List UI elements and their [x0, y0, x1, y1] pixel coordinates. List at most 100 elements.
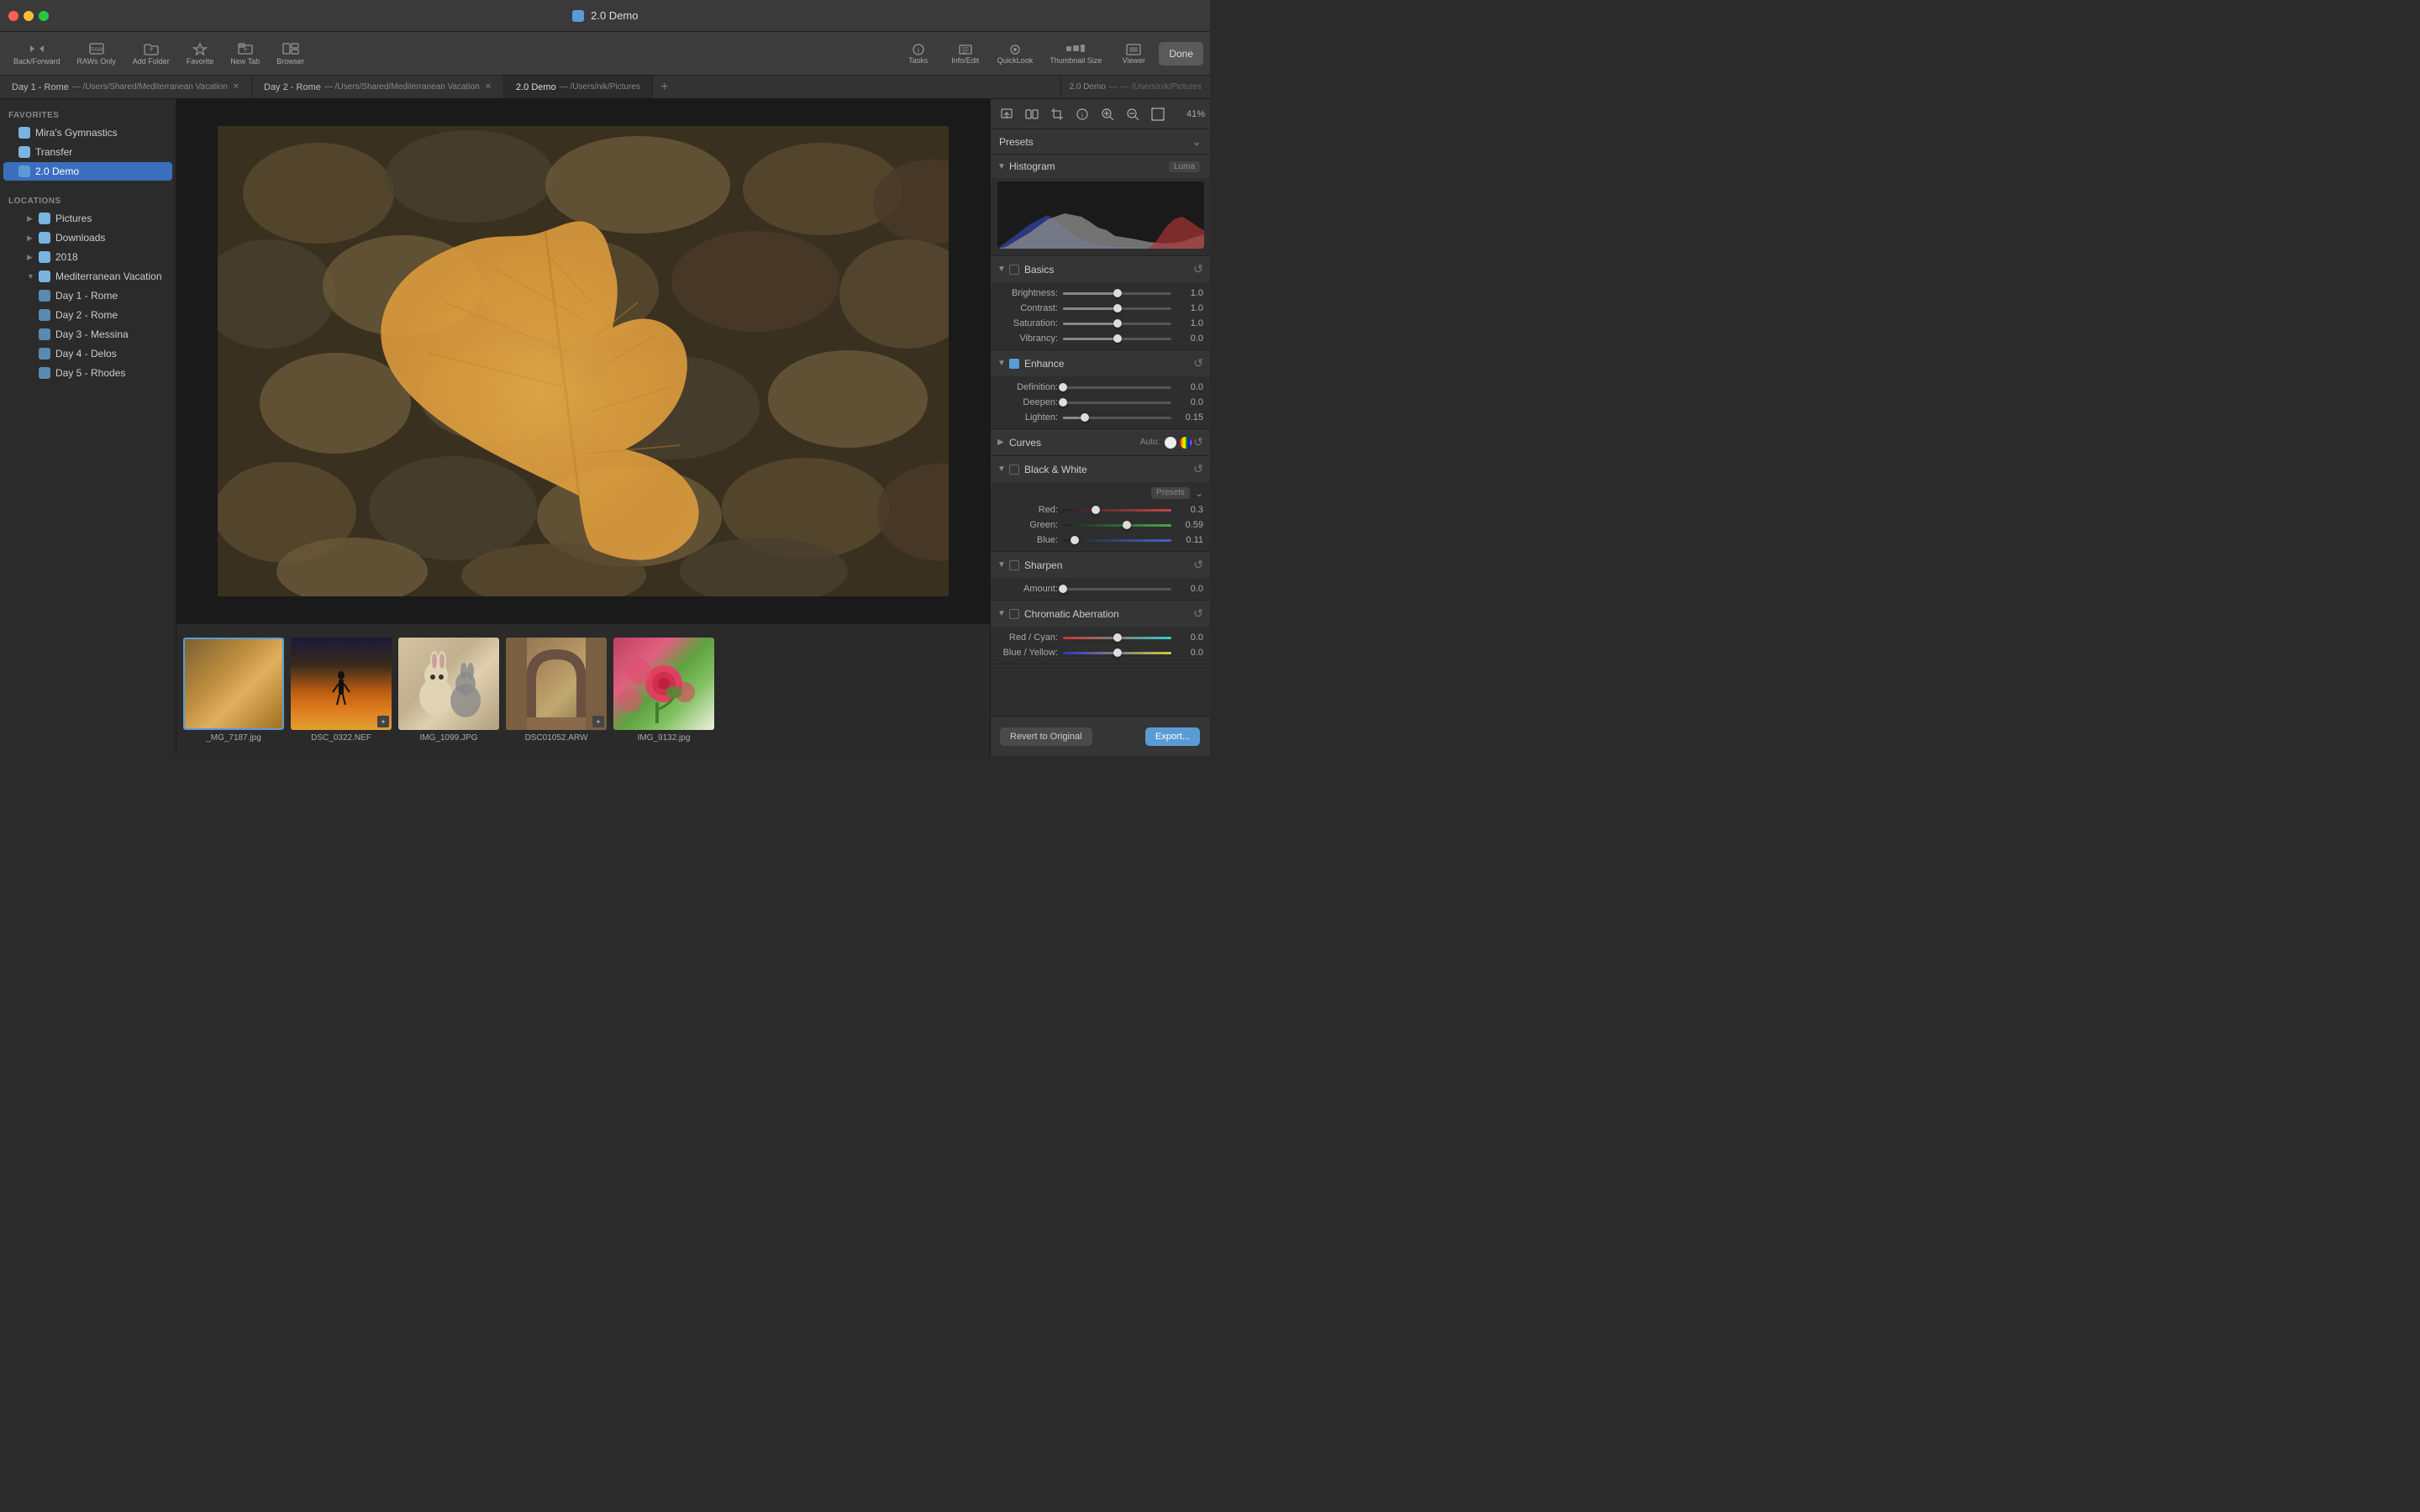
basics-reset-icon[interactable]: ↺	[1193, 262, 1203, 276]
raws-only-button[interactable]: RAW RAWs Only	[71, 39, 123, 69]
thumbnail-img9132[interactable]: IMG_9132.jpg	[613, 638, 714, 743]
add-folder-button[interactable]: + Add Folder	[126, 39, 176, 69]
close-button[interactable]	[8, 11, 18, 21]
curves-header[interactable]: ▶ Curves Auto: ↺	[991, 429, 1210, 455]
curves-reset-icon[interactable]: ↺	[1193, 435, 1203, 449]
bw-red-slider[interactable]	[1063, 509, 1171, 512]
enhance-section: ▼ Enhance ↺ Definition: 0.0	[991, 350, 1210, 429]
tab-close-icon[interactable]: ✕	[485, 82, 492, 92]
viewer-button[interactable]: Viewer	[1112, 39, 1155, 68]
done-button[interactable]: Done	[1159, 42, 1203, 66]
basics-chevron-icon: ▼	[997, 265, 1006, 274]
vibrancy-slider[interactable]	[1063, 338, 1171, 340]
thumbnail-dsc01052[interactable]: ✦ DSC01052.ARW	[506, 638, 607, 743]
contrast-slider[interactable]	[1063, 307, 1171, 310]
bw-green-row: Green: 0.59	[991, 517, 1210, 533]
sharpen-reset-icon[interactable]: ↺	[1193, 558, 1203, 572]
fullscreen-button[interactable]	[39, 11, 49, 21]
new-tab-button[interactable]: + New Tab	[224, 39, 266, 69]
deepen-slider[interactable]	[1063, 402, 1171, 404]
blue-yellow-slider[interactable]	[1063, 652, 1171, 654]
export-icon-button[interactable]	[996, 103, 1018, 125]
definition-row: Definition: 0.0	[991, 380, 1210, 395]
tasks-button[interactable]: i Tasks	[897, 39, 940, 68]
main-image-view[interactable]	[176, 99, 990, 623]
sidebar-item-miras-gymnastics[interactable]: Mira's Gymnastics	[3, 123, 172, 142]
sidebar-item-2018[interactable]: ▶ 2018	[3, 248, 172, 266]
basics-header[interactable]: ▼ Basics ↺	[991, 256, 1210, 282]
bw-blue-row: Blue: 0.11	[991, 533, 1210, 548]
back-forward-button[interactable]: Back/Forward	[7, 39, 67, 69]
sidebar-item-downloads[interactable]: ▶ Downloads	[3, 228, 172, 247]
enhance-header[interactable]: ▼ Enhance ↺	[991, 350, 1210, 376]
browser-button[interactable]: Browser	[270, 39, 311, 69]
zoom-in-button[interactable]	[1097, 103, 1118, 125]
chromatic-checkbox[interactable]	[1009, 609, 1019, 619]
histogram-mode-dropdown[interactable]: Luma	[1169, 161, 1200, 172]
svg-text:+: +	[149, 45, 154, 55]
fit-icon-button[interactable]	[1147, 103, 1169, 125]
main-image	[218, 126, 949, 596]
brightness-slider[interactable]	[1063, 292, 1171, 295]
sidebar-item-2-0-demo[interactable]: 2.0 Demo	[3, 162, 172, 181]
sidebar-item-day2-rome[interactable]: Day 2 - Rome	[3, 306, 172, 324]
sidebar-item-day5-rhodes[interactable]: Day 5 - Rhodes	[3, 364, 172, 382]
crop-icon-button[interactable]	[1046, 103, 1068, 125]
curves-chevron-icon: ▶	[997, 438, 1006, 447]
presets-bar[interactable]: Presets ⌄	[991, 129, 1210, 155]
app-icon	[572, 10, 584, 22]
black-white-checkbox[interactable]	[1009, 465, 1019, 475]
bw-green-slider[interactable]	[1063, 524, 1171, 527]
thumbnail-dsc0322[interactable]: ✦ DSC_0322.NEF	[291, 638, 392, 743]
new-tab-icon[interactable]: +	[653, 76, 676, 98]
sidebar-item-mediterranean[interactable]: ▼ Mediterranean Vacation	[3, 267, 172, 286]
folder-icon	[39, 328, 50, 340]
lighten-slider[interactable]	[1063, 417, 1171, 419]
thumbnail-img1099[interactable]: IMG_1099.JPG	[398, 638, 499, 743]
sidebar-item-transfer[interactable]: Transfer	[3, 143, 172, 161]
saturation-slider[interactable]	[1063, 323, 1171, 325]
sharpen-section: ▼ Sharpen ↺ Amount: 0.0	[991, 552, 1210, 601]
sidebar-item-day1-rome[interactable]: Day 1 - Rome	[3, 286, 172, 305]
sharpen-header[interactable]: ▼ Sharpen ↺	[991, 552, 1210, 578]
black-white-header[interactable]: ▼ Black & White ↺	[991, 456, 1210, 482]
contrast-row: Contrast: 1.0	[991, 301, 1210, 316]
thumbnail-mg7187[interactable]: _MG_7187.jpg	[183, 638, 284, 743]
sidebar: FAVORITES Mira's Gymnastics Transfer 2.0…	[0, 99, 176, 756]
export-button[interactable]: Export...	[1145, 727, 1200, 746]
histogram-header[interactable]: ▼ Histogram Luma	[991, 155, 1210, 178]
chromatic-header[interactable]: ▼ Chromatic Aberration ↺	[991, 601, 1210, 627]
tab-day1-rome[interactable]: Day 1 - Rome — /Users/Shared/Mediterrane…	[0, 76, 252, 98]
compare-icon-button[interactable]	[1021, 103, 1043, 125]
sharpen-amount-slider[interactable]	[1063, 588, 1171, 591]
minimize-button[interactable]	[24, 11, 34, 21]
quicklook-button[interactable]: QuickLook	[991, 39, 1040, 68]
chromatic-reset-icon[interactable]: ↺	[1193, 606, 1203, 621]
definition-slider[interactable]	[1063, 386, 1171, 389]
bw-blue-slider[interactable]	[1063, 539, 1171, 542]
sidebar-item-pictures[interactable]: ▶ Pictures	[3, 209, 172, 228]
folder-icon	[39, 309, 50, 321]
enhance-reset-icon[interactable]: ↺	[1193, 356, 1203, 370]
bw-presets-dropdown[interactable]: Presets	[1151, 487, 1190, 499]
tab-close-icon[interactable]: ✕	[233, 82, 239, 92]
zoom-out-button[interactable]	[1122, 103, 1144, 125]
enhance-checkbox[interactable]	[1009, 359, 1019, 369]
basics-checkbox[interactable]	[1009, 265, 1019, 275]
thumbnail-size-button[interactable]: Thumbnail Size	[1043, 39, 1108, 68]
black-white-section: ▼ Black & White ↺ Presets ⌄ Red:	[991, 456, 1210, 552]
sidebar-item-day4-delos[interactable]: Day 4 - Delos	[3, 344, 172, 363]
curves-color-icon[interactable]	[1180, 437, 1192, 449]
curves-white-point-icon[interactable]	[1165, 437, 1176, 449]
revert-button[interactable]: Revert to Original	[1000, 727, 1092, 746]
favorite-button[interactable]: Favorite	[180, 39, 221, 69]
black-white-reset-icon[interactable]: ↺	[1193, 462, 1203, 476]
info-icon-button[interactable]: i	[1071, 103, 1093, 125]
sidebar-item-day3-messina[interactable]: Day 3 - Messina	[3, 325, 172, 344]
tab-day2-rome[interactable]: Day 2 - Rome — /Users/Shared/Mediterrane…	[252, 76, 504, 98]
info-edit-button[interactable]: Info/Edit	[944, 39, 987, 68]
tab-2-0-demo[interactable]: 2.0 Demo — /Users/nik/Pictures	[504, 76, 653, 98]
red-cyan-slider[interactable]	[1063, 637, 1171, 639]
brightness-row: Brightness: 1.0	[991, 286, 1210, 301]
sharpen-checkbox[interactable]	[1009, 560, 1019, 570]
